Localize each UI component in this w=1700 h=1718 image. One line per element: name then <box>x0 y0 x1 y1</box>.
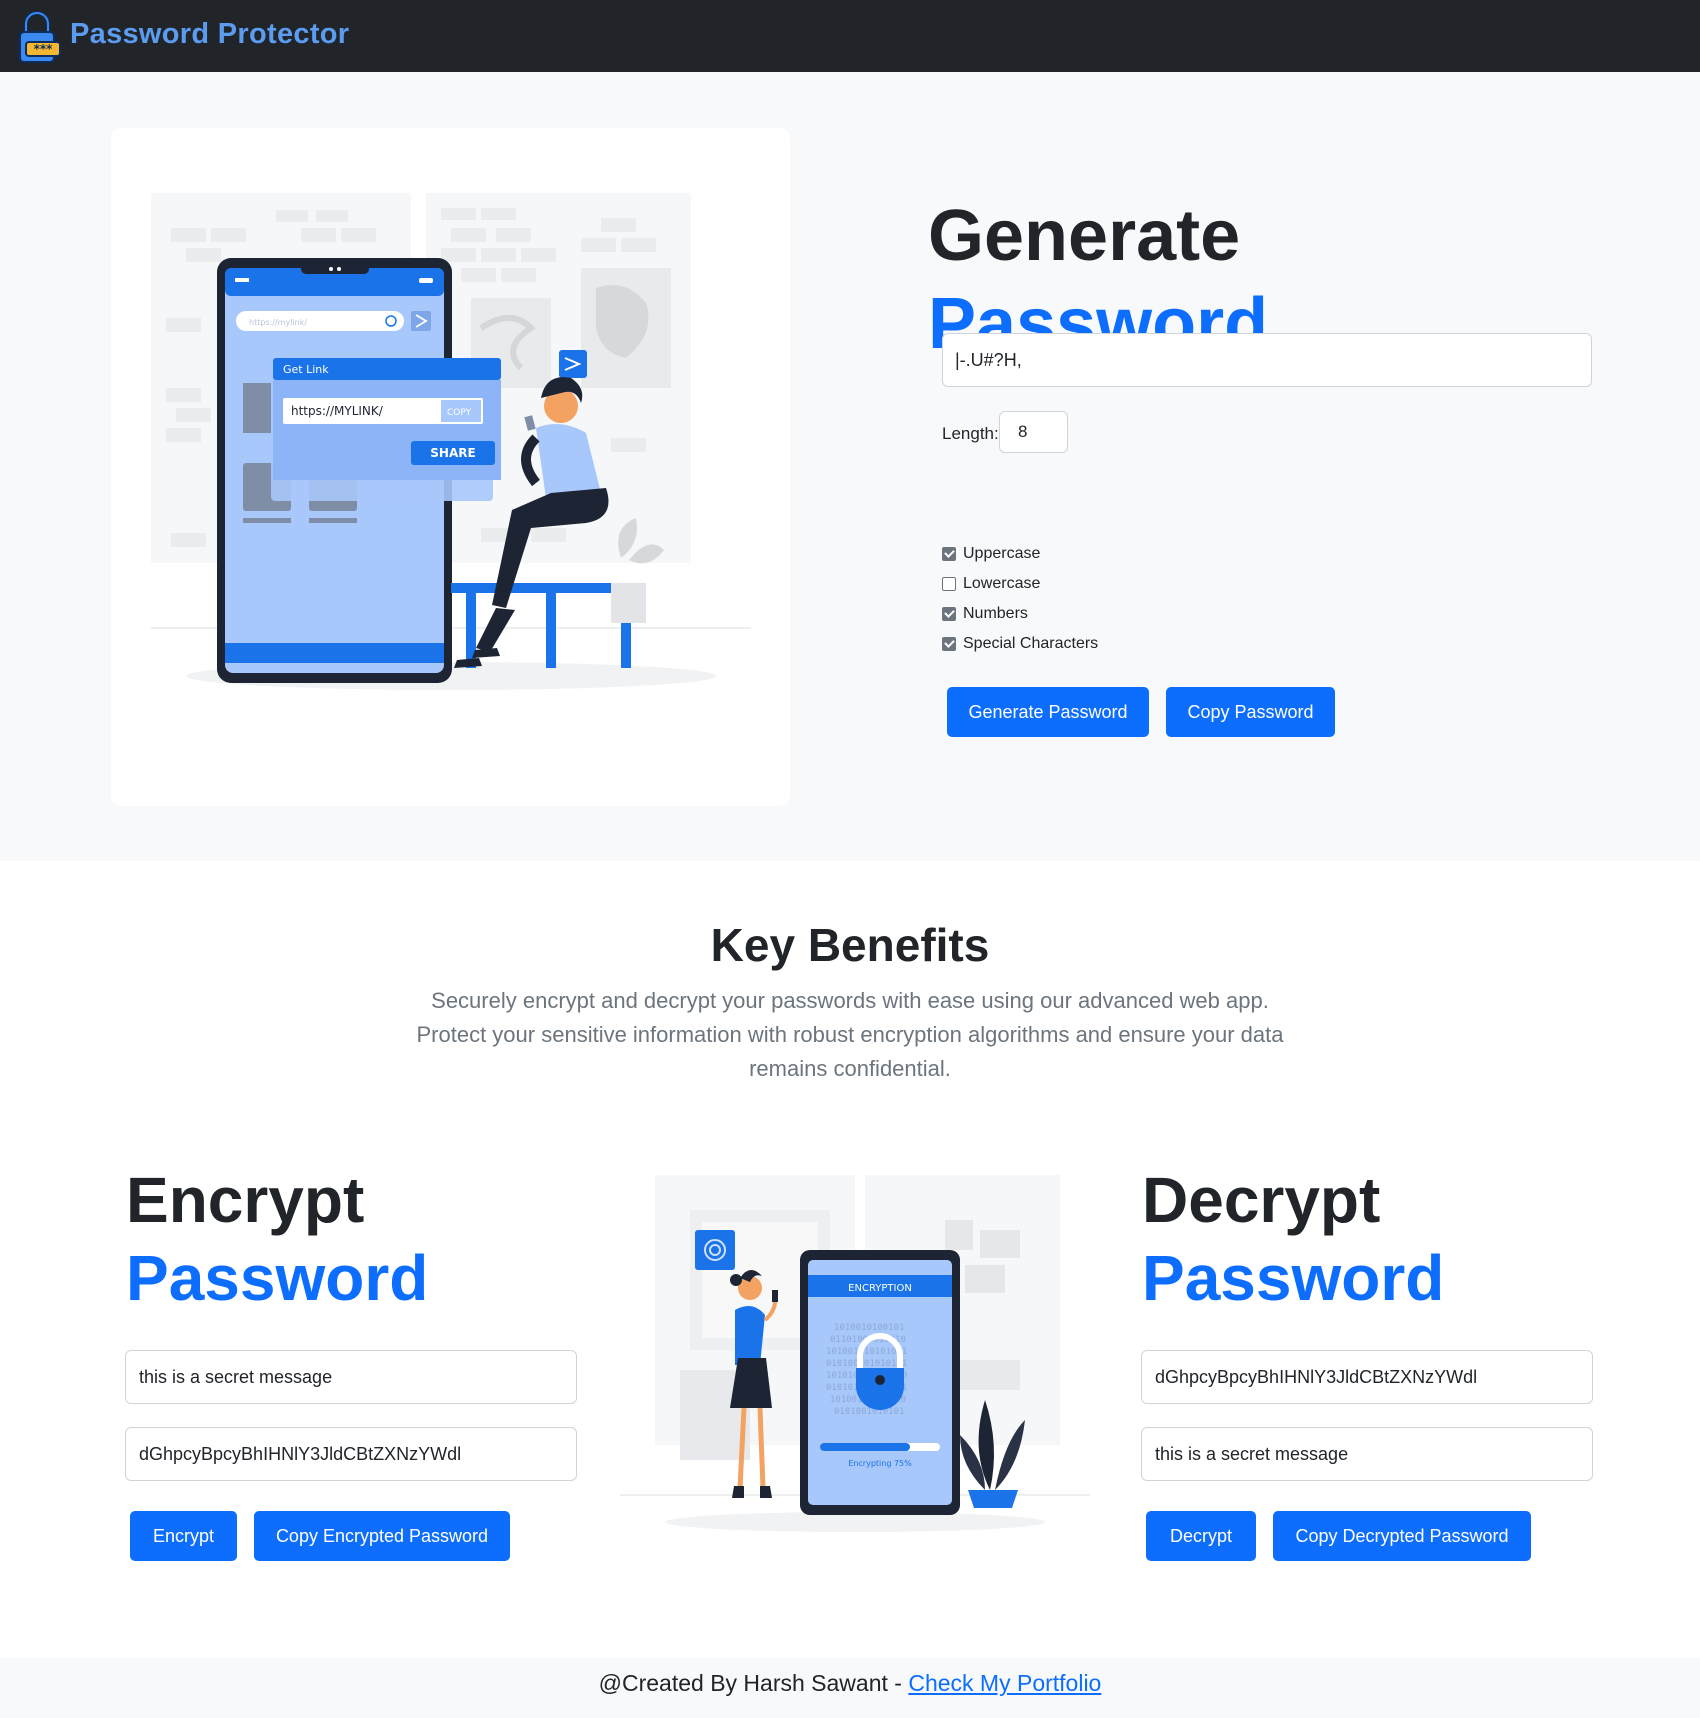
svg-text:ENCRYPTION: ENCRYPTION <box>848 1283 912 1294</box>
share-link-illustration: https://mylink/ Get Link https://MYLINK/… <box>151 193 751 690</box>
encrypt-title-accent: Password <box>126 1242 429 1314</box>
encrypted-output-field[interactable] <box>125 1427 577 1481</box>
svg-text:https://MYLINK/: https://MYLINK/ <box>291 404 384 418</box>
copy-password-button[interactable]: Copy Password <box>1166 687 1335 737</box>
hero-illustration-card: https://mylink/ Get Link https://MYLINK/… <box>111 128 790 806</box>
portfolio-link[interactable]: Check My Portfolio <box>908 1670 1101 1696</box>
lowercase-label: Lowercase <box>963 575 1041 592</box>
decrypt-button[interactable]: Decrypt <box>1146 1511 1256 1561</box>
numbers-option[interactable]: Numbers <box>942 605 1028 623</box>
special-characters-checkbox[interactable] <box>942 637 956 651</box>
special-characters-option[interactable]: Special Characters <box>942 635 1098 653</box>
footer: @Created By Harsh Sawant - Check My Port… <box>0 1658 1700 1718</box>
generated-password-field[interactable] <box>942 333 1592 387</box>
lock-password-icon[interactable]: *** <box>12 8 62 64</box>
decrypt-title: Decrypt <box>1142 1164 1381 1236</box>
numbers-label: Numbers <box>963 605 1028 622</box>
svg-text:1010010100101: 1010010100101 <box>834 1323 904 1333</box>
lowercase-checkbox[interactable] <box>942 577 956 591</box>
navbar: *** Password Protector <box>0 0 1700 72</box>
decrypt-input-field[interactable] <box>1141 1350 1593 1404</box>
encrypt-title: Encrypt <box>126 1164 365 1236</box>
svg-text:COPY: COPY <box>447 408 472 418</box>
special-characters-label: Special Characters <box>963 635 1099 652</box>
copy-encrypted-password-button[interactable]: Copy Encrypted Password <box>254 1511 510 1561</box>
encrypt-input-field[interactable] <box>125 1350 577 1404</box>
generate-password-button[interactable]: Generate Password <box>947 687 1149 737</box>
svg-text:SHARE: SHARE <box>430 446 475 460</box>
svg-text:0101001010101: 0101001010101 <box>834 1407 904 1417</box>
svg-text:Encrypting 75%: Encrypting 75% <box>848 1459 912 1468</box>
key-benefits-text: Securely encrypt and decrypt your passwo… <box>416 988 1284 1081</box>
decrypted-output-field[interactable] <box>1141 1427 1593 1481</box>
encrypt-button[interactable]: Encrypt <box>130 1511 237 1561</box>
generate-title: Generate <box>928 196 1241 276</box>
encryption-illustration: ENCRYPTION 1010010100101 01101001010010 … <box>620 1175 1090 1532</box>
brand-title[interactable]: Password Protector <box>70 18 349 51</box>
copy-decrypted-password-button[interactable]: Copy Decrypted Password <box>1273 1511 1531 1561</box>
svg-text:101001010101001: 101001010101001 <box>826 1347 907 1357</box>
encryption-progress-fill <box>820 1443 910 1451</box>
svg-text:***: *** <box>34 42 54 56</box>
lowercase-option[interactable]: Lowercase <box>942 575 1040 593</box>
footer-credit: @Created By Harsh Sawant - <box>598 1670 909 1696</box>
key-benefits-title: Key Benefits <box>710 919 990 971</box>
svg-text:Get Link: Get Link <box>283 363 329 376</box>
uppercase-checkbox[interactable] <box>942 547 956 561</box>
uppercase-label: Uppercase <box>963 545 1041 562</box>
svg-text:https://mylink/: https://mylink/ <box>249 318 307 327</box>
decrypt-title-accent: Password <box>1142 1242 1445 1314</box>
svg-text:010100101010101: 010100101010101 <box>826 1359 907 1369</box>
numbers-checkbox[interactable] <box>942 607 956 621</box>
length-input[interactable] <box>999 411 1068 453</box>
length-label: Length: <box>942 424 999 443</box>
generator-section: https://mylink/ Get Link https://MYLINK/… <box>0 72 1700 861</box>
uppercase-option[interactable]: Uppercase <box>942 545 1040 563</box>
